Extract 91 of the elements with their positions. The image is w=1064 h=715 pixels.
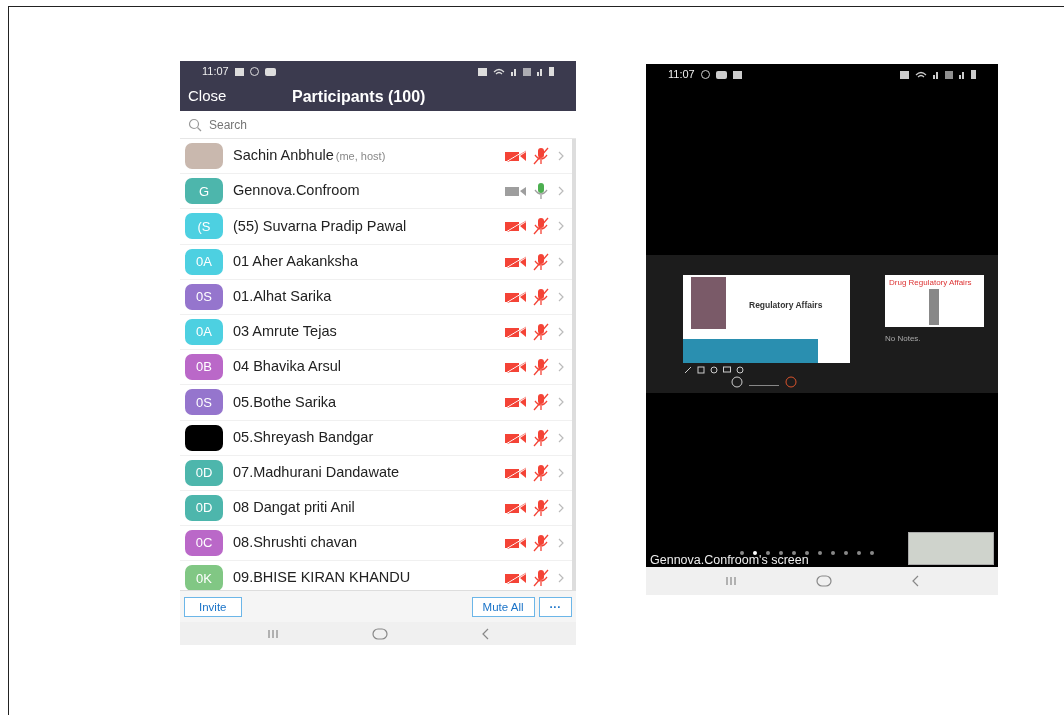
participant-name: 09.BHISE KIRAN KHANDU — [233, 568, 411, 588]
participant-name: 01 Aher Aakanksha — [233, 251, 358, 271]
signal-icon — [959, 70, 965, 79]
participant-name: 05.Shreyash Bandgar — [233, 427, 374, 447]
participant-role: (me, host) — [335, 148, 386, 164]
page-dot[interactable] — [740, 551, 744, 555]
mute-all-button[interactable]: Mute All — [471, 596, 535, 617]
avatar-initials: 0C — [185, 530, 223, 557]
page-dot[interactable] — [831, 551, 835, 555]
page-dot[interactable] — [857, 551, 861, 555]
avatar-initials: G — [185, 178, 223, 205]
chevron-right-icon — [558, 291, 564, 302]
notes-text: No Notes. — [885, 333, 921, 345]
chevron-right-icon — [558, 362, 564, 373]
signal-icon — [537, 67, 543, 76]
page-dot[interactable] — [870, 551, 874, 555]
chevron-right-icon — [558, 186, 564, 197]
page-dot[interactable] — [818, 551, 822, 555]
avatar-initials: (S — [185, 213, 223, 240]
chevron-right-icon — [558, 256, 564, 267]
participant-name: Sachin Anbhule — [233, 146, 334, 166]
slide-picture — [691, 277, 726, 329]
page-dot[interactable] — [779, 551, 783, 555]
home-icon[interactable] — [372, 627, 388, 640]
chevron-right-icon — [558, 151, 564, 162]
avatar-initials: 0A — [185, 319, 223, 346]
participant-row[interactable]: 0A 03 Amrute Tejas — [180, 314, 572, 351]
avatar-photo-placeholder — [185, 143, 223, 170]
avatar — [185, 424, 223, 451]
back-icon[interactable] — [481, 627, 490, 640]
battery-icon — [549, 67, 554, 76]
participant-row[interactable]: 0C 08.Shrushti chavan — [180, 526, 572, 562]
participant-name: 08 Dangat priti Anil — [233, 498, 355, 518]
participant-row[interactable]: 05.Shreyash Bandgar — [180, 420, 572, 456]
status-time: 11:07 — [668, 67, 695, 83]
wifi-icon — [493, 68, 505, 75]
page-dot[interactable] — [792, 551, 796, 555]
participant-row[interactable]: 0A 01 Aher Aakanksha — [180, 244, 572, 280]
search-icon — [188, 117, 202, 132]
avatar-initials: 0A — [185, 248, 223, 275]
page-dot[interactable] — [805, 551, 809, 555]
signal-icon — [933, 70, 939, 79]
participant-name: 04 Bhavika Arsul — [233, 357, 341, 377]
caption-text: Gennova.Confroom's screen — [650, 553, 809, 567]
back-icon[interactable] — [910, 575, 919, 587]
avatar-initials: 0S — [185, 283, 223, 310]
video-thumbnail-placeholder[interactable] — [908, 532, 994, 565]
chevron-right-icon — [558, 502, 564, 513]
participant-row[interactable]: 0D 07.Madhurani Dandawate — [180, 455, 572, 491]
participant-row[interactable]: 0S 05.Bothe Sarika — [180, 385, 572, 421]
avatar-initials: 0D — [185, 459, 223, 486]
avatar-initials: 0D — [185, 494, 223, 521]
next-slide-title: Drug Regulatory Affairs — [889, 277, 972, 289]
avatar-initials: 0B — [185, 354, 223, 381]
wifi-icon — [915, 71, 927, 78]
chevron-right-icon — [558, 327, 564, 338]
page-dot[interactable] — [766, 551, 770, 555]
page-dot[interactable] — [844, 551, 848, 555]
avatar-initials: 0S — [185, 389, 223, 416]
close-link[interactable]: Close — [188, 85, 292, 108]
chevron-right-icon — [558, 467, 564, 478]
chevron-right-icon — [558, 397, 564, 408]
participant-name: 05.Bothe Sarika — [233, 392, 337, 412]
participant-row[interactable]: 0D 08 Dangat priti Anil — [180, 490, 572, 527]
home-icon[interactable] — [816, 575, 832, 587]
avatar-initials: 0K — [185, 565, 223, 590]
more-button[interactable]: ··· — [538, 596, 572, 617]
signal-icon — [511, 67, 517, 76]
status-time: 11:07 — [202, 64, 229, 80]
participant-row[interactable]: Sachin Anbhule(me, host) — [180, 139, 572, 175]
chevron-right-icon — [558, 221, 564, 232]
participant-row[interactable]: G Gennova.Confroom — [180, 174, 572, 210]
participant-row[interactable]: 0B 04 Bhavika Arsul — [180, 350, 572, 386]
participant-name: Gennova.Confroom — [233, 181, 360, 201]
chevron-right-icon — [558, 573, 564, 584]
chevron-right-icon — [558, 432, 564, 443]
participant-name: 07.Madhurani Dandawate — [233, 462, 400, 482]
participant-name: 03 Amrute Tejas — [233, 322, 337, 342]
page-dot[interactable] — [753, 551, 757, 555]
participant-row[interactable]: 0S 01.Alhat Sarika — [180, 279, 572, 315]
screen-title: Participants (100) — [292, 86, 426, 107]
slide-title: Regulatory Affairs — [749, 299, 823, 312]
participant-name: (55) Suvarna Pradip Pawal — [233, 216, 407, 236]
participant-name: 01.Alhat Sarika — [233, 286, 332, 306]
battery-icon — [971, 70, 976, 79]
participant-row[interactable]: (S (55) Suvarna Pradip Pawal — [180, 209, 572, 245]
participant-name: 08.Shrushti chavan — [233, 533, 358, 553]
chevron-right-icon — [558, 538, 564, 549]
slide-progress-line — [749, 384, 779, 386]
invite-button[interactable]: Invite — [184, 596, 242, 617]
pen-icon — [684, 366, 692, 374]
